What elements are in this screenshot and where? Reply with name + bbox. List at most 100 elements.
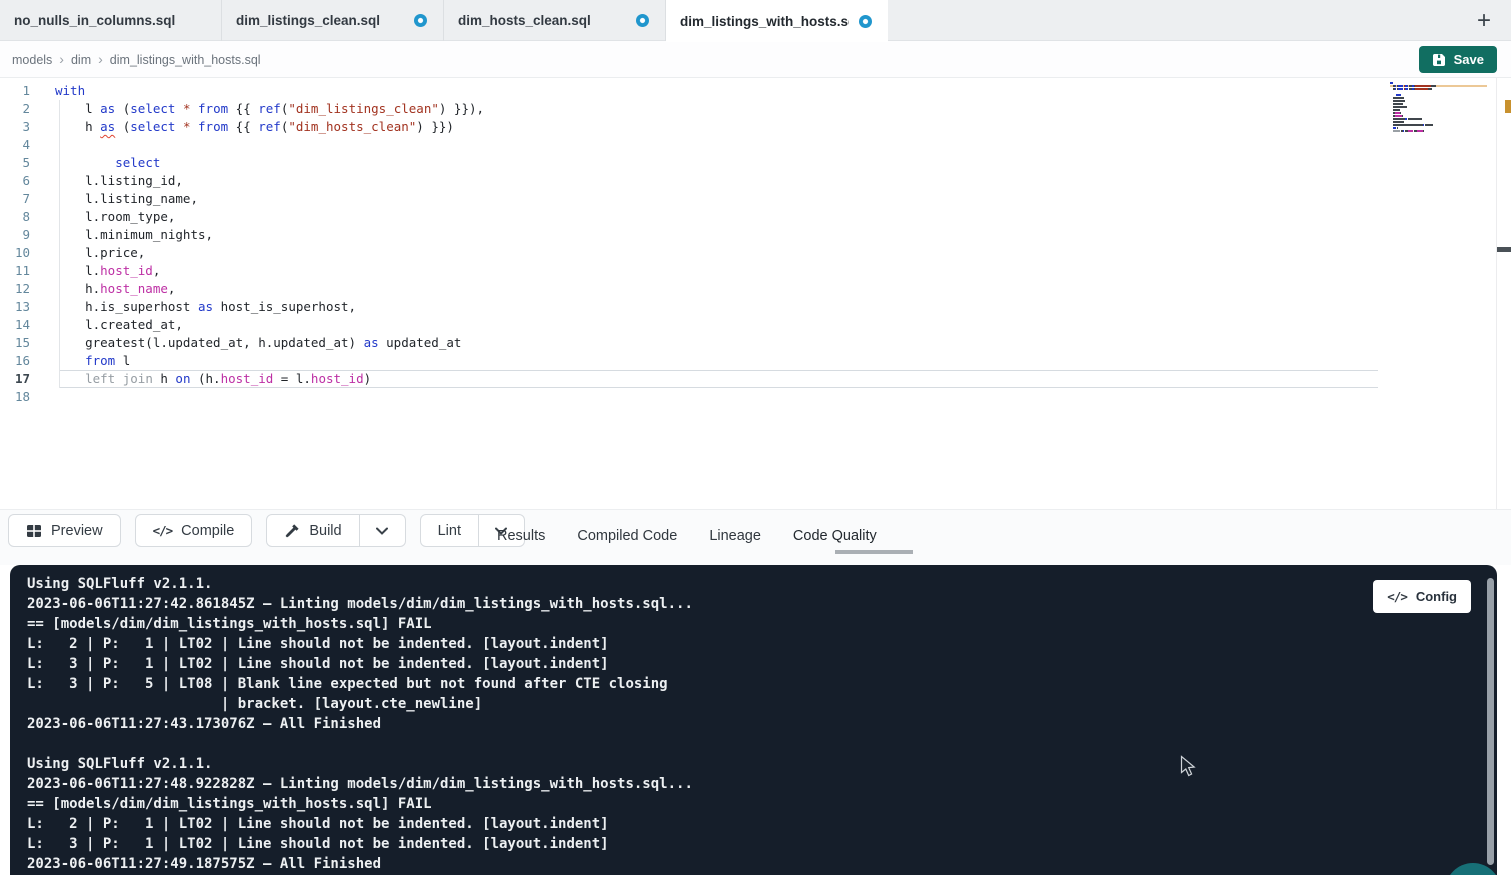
- minimap-row: [1390, 91, 1487, 93]
- minimap-row: [1390, 121, 1487, 123]
- compile-button[interactable]: </> Compile: [135, 514, 253, 547]
- minimap[interactable]: [1390, 82, 1487, 136]
- build-button[interactable]: Build: [266, 514, 359, 547]
- breadcrumb: models › dim › dim_listings_with_hosts.sql: [12, 41, 261, 78]
- new-tab-button[interactable]: +: [1471, 8, 1497, 34]
- minimap-row: [1390, 124, 1487, 126]
- action-toolbar: Preview </> Compile Build Lint: [0, 509, 1511, 565]
- tab-bar: no_nulls_in_columns.sqldim_listings_clea…: [0, 0, 1511, 41]
- terminal-line: L: 3 | P: 1 | LT02 | Line should not be …: [27, 834, 1457, 854]
- code-line[interactable]: select: [45, 154, 1381, 172]
- terminal-line: L: 3 | P: 5 | LT08 | Blank line expected…: [27, 674, 1457, 694]
- terminal-line: == [models/dim/dim_listings_with_hosts.s…: [27, 614, 1457, 634]
- editor-tab[interactable]: dim_listings_with_hosts.sql: [666, 0, 888, 42]
- code-line[interactable]: h.host_name,: [45, 280, 1381, 298]
- lint-button[interactable]: Lint: [420, 514, 479, 547]
- breadcrumb-bar: models › dim › dim_listings_with_hosts.sql S…: [0, 41, 1511, 78]
- breadcrumb-item[interactable]: models: [12, 53, 52, 67]
- terminal-scrollbar[interactable]: [1487, 578, 1494, 865]
- line-number: 17: [0, 370, 45, 388]
- minimap-row: [1390, 115, 1487, 117]
- breadcrumb-separator-icon: ›: [59, 51, 64, 67]
- panel-tab-results[interactable]: Results: [497, 528, 545, 544]
- terminal-output: Using SQLFluff v2.1.1.2023-06-06T11:27:4…: [27, 574, 1457, 874]
- code-line[interactable]: l.created_at,: [45, 316, 1381, 334]
- modified-dot-icon: [414, 14, 427, 27]
- terminal-line: L: 2 | P: 1 | LT02 | Line should not be …: [27, 814, 1457, 834]
- line-number: 4: [0, 136, 45, 154]
- line-number: 16: [0, 352, 45, 370]
- preview-label: Preview: [51, 523, 103, 539]
- save-label: Save: [1454, 52, 1484, 67]
- tab-label: dim_listings_with_hosts.sql: [680, 14, 849, 29]
- code-line[interactable]: from l: [45, 352, 1381, 370]
- code-line[interactable]: l.listing_id,: [45, 172, 1381, 190]
- ruler-cursor-marker: [1497, 247, 1511, 252]
- ruler-warning-marker: [1505, 100, 1511, 113]
- minimap-row: [1390, 130, 1487, 132]
- hammer-icon: [284, 523, 300, 539]
- line-number-gutter: 123456789101112131415161718: [0, 82, 45, 406]
- save-button[interactable]: Save: [1419, 46, 1497, 73]
- minimap-row: [1390, 133, 1487, 135]
- minimap-row: [1390, 106, 1487, 108]
- line-number: 12: [0, 280, 45, 298]
- line-number: 6: [0, 172, 45, 190]
- line-number: 8: [0, 208, 45, 226]
- editor-tab[interactable]: dim_listings_clean.sql: [222, 0, 444, 41]
- action-button-row: Preview </> Compile Build Lint: [8, 514, 525, 547]
- tab-strip: no_nulls_in_columns.sqldim_listings_clea…: [0, 0, 1511, 41]
- panel-tab-compiled-code[interactable]: Compiled Code: [577, 528, 677, 544]
- line-number: 7: [0, 190, 45, 208]
- terminal-line: L: 3 | P: 1 | LT02 | Line should not be …: [27, 654, 1457, 674]
- code-line[interactable]: h as (select * from {{ ref("dim_hosts_cl…: [45, 118, 1381, 136]
- terminal-line: == [models/dim/dim_listings_with_hosts.s…: [27, 794, 1457, 814]
- plus-icon: +: [1477, 7, 1491, 35]
- line-number: 10: [0, 244, 45, 262]
- code-line[interactable]: l.minimum_nights,: [45, 226, 1381, 244]
- code-line[interactable]: l.price,: [45, 244, 1381, 262]
- lint-label: Lint: [438, 523, 461, 539]
- terminal-line: Using SQLFluff v2.1.1.: [27, 574, 1457, 594]
- editor-tab[interactable]: no_nulls_in_columns.sql: [0, 0, 222, 41]
- breadcrumb-item[interactable]: dim_listings_with_hosts.sql: [110, 53, 261, 67]
- minimap-row: [1390, 112, 1487, 114]
- code-line[interactable]: l.listing_name,: [45, 190, 1381, 208]
- code-line[interactable]: l.room_type,: [45, 208, 1381, 226]
- terminal-panel[interactable]: Using SQLFluff v2.1.1.2023-06-06T11:27:4…: [10, 565, 1497, 875]
- code-line[interactable]: left join h on (h.host_id = l.host_id): [45, 370, 1381, 388]
- code-line[interactable]: greatest(l.updated_at, h.updated_at) as …: [45, 334, 1381, 352]
- minimap-row: [1390, 82, 1487, 84]
- minimap-row: [1390, 94, 1487, 96]
- modified-dot-icon: [636, 14, 649, 27]
- terminal-line: 2023-06-06T11:27:42.861845Z – Linting mo…: [27, 594, 1457, 614]
- code-icon: </>: [153, 523, 173, 538]
- minimap-row: [1390, 88, 1487, 90]
- minimap-row: [1390, 103, 1487, 105]
- code-editor[interactable]: 123456789101112131415161718 with l as (s…: [0, 78, 1511, 509]
- code-line[interactable]: h.is_superhost as host_is_superhost,: [45, 298, 1381, 316]
- code-line[interactable]: l.host_id,: [45, 262, 1381, 280]
- line-number: 18: [0, 388, 45, 406]
- overview-ruler[interactable]: [1496, 78, 1511, 509]
- build-dropdown-button[interactable]: [360, 514, 406, 547]
- chevron-down-icon: [376, 527, 388, 535]
- breadcrumb-item[interactable]: dim: [71, 53, 91, 67]
- editor-tab[interactable]: dim_hosts_clean.sql: [444, 0, 666, 41]
- line-number: 9: [0, 226, 45, 244]
- code-line[interactable]: with: [45, 82, 1381, 100]
- config-button[interactable]: </> Config: [1373, 580, 1471, 613]
- code-line[interactable]: [45, 136, 1381, 154]
- code-icon: </>: [1387, 589, 1407, 604]
- preview-icon: [26, 523, 42, 539]
- line-number: 15: [0, 334, 45, 352]
- panel-tab-lineage[interactable]: Lineage: [709, 528, 761, 544]
- compile-label: Compile: [181, 523, 234, 539]
- code-content[interactable]: with l as (select * from {{ ref("dim_lis…: [45, 82, 1381, 406]
- preview-button[interactable]: Preview: [8, 514, 121, 547]
- line-number: 2: [0, 100, 45, 118]
- breadcrumb-separator-icon: ›: [98, 51, 103, 67]
- code-line[interactable]: l as (select * from {{ ref("dim_listings…: [45, 100, 1381, 118]
- panel-tab-code-quality[interactable]: Code Quality: [793, 528, 877, 544]
- code-line[interactable]: [45, 388, 1381, 406]
